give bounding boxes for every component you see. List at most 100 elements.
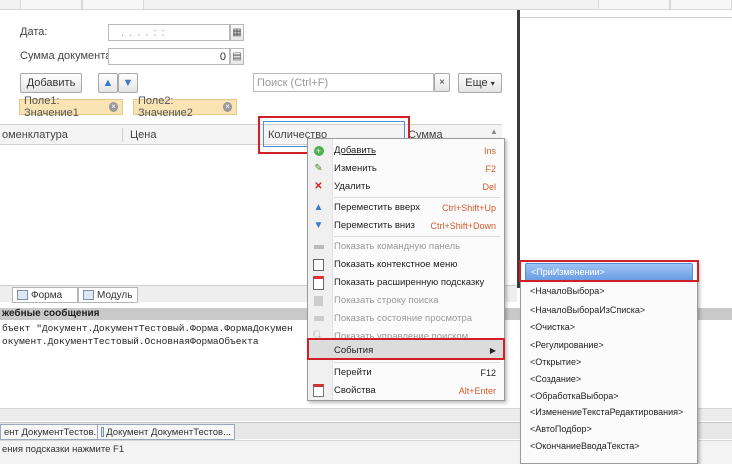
event-item-start-list-choice[interactable]: <НачалоВыбораИзСписка>	[525, 301, 693, 319]
menu-item-delete[interactable]: ✕ Удалить Del	[308, 177, 504, 196]
tab-form[interactable]: Форма	[12, 287, 78, 303]
menu-item-label: Показать строку поиска	[334, 295, 439, 306]
calendar-button[interactable]: ▦	[230, 24, 244, 41]
event-item-opening[interactable]: <Открытие>	[525, 353, 693, 371]
remove-filter-icon[interactable]: ×	[109, 102, 118, 112]
arrow-up-icon: ▲	[313, 202, 324, 213]
command-panel-icon	[313, 241, 324, 252]
properties-icon	[313, 384, 324, 397]
top-tab-4[interactable]	[670, 0, 732, 10]
arrow-down-icon: ▼	[313, 220, 324, 231]
menu-item-label: Добавить	[334, 145, 376, 156]
context-menu-icon	[313, 258, 324, 271]
arrow-up-icon: ▲	[102, 77, 114, 89]
tab-module[interactable]: Модуль	[78, 287, 138, 303]
more-button[interactable]: Еще ▾	[458, 73, 502, 93]
status-text: ения подсказки нажмите F1	[2, 444, 125, 455]
menu-item-shortcut: Alt+Enter	[458, 385, 496, 396]
menu-item-label: Изменить	[334, 163, 377, 174]
menu-item-edit[interactable]: ✎ Изменить F2	[308, 159, 504, 178]
more-label: Еще	[465, 77, 488, 89]
top-tab-3[interactable]	[598, 0, 670, 10]
event-item-start-choice[interactable]: <НачалоВыбора>	[525, 282, 693, 300]
top-tab-2[interactable]	[82, 0, 144, 10]
date-label: Дата:	[20, 26, 48, 38]
tab-label: Модуль	[97, 289, 133, 301]
filter-chip-label: Поле1: Значение1	[24, 95, 79, 119]
right-pane-header	[520, 10, 732, 18]
menu-item-label: Перейти	[334, 367, 372, 378]
add-button[interactable]: Добавить	[20, 73, 82, 93]
remove-filter-icon[interactable]: ×	[223, 102, 232, 112]
menu-item-show-command-panel[interactable]: Показать командную панель	[308, 237, 504, 256]
event-item-auto-complete[interactable]: <АвтоПодбор>	[525, 420, 693, 438]
menu-item-show-extended-tooltip[interactable]: Показать расширенную подсказку	[308, 273, 504, 292]
menu-item-show-context-menu[interactable]: Показать контекстное меню	[308, 255, 504, 274]
message-line-2[interactable]: окумент.ДокументТестовый.ОсновнаяФормаОб…	[2, 336, 259, 347]
plus-circle-icon: +	[313, 145, 324, 156]
events-submenu: <ПриИзменении> <НачалоВыбора> <НачалоВыб…	[520, 260, 698, 464]
menu-item-label: Свойства	[334, 385, 376, 396]
event-item-creating[interactable]: <Создание>	[525, 370, 693, 388]
top-toolbar-strip	[0, 0, 732, 10]
event-item-tuning[interactable]: <Регулирование>	[525, 336, 693, 354]
module-icon	[83, 290, 94, 300]
filter-chip-2[interactable]: Поле2: Значение2 ×	[133, 95, 237, 119]
calculator-button[interactable]: ▤	[230, 48, 244, 65]
document-icon	[101, 427, 105, 437]
menu-item-label: Показать состояние просмотра	[334, 313, 473, 324]
message-line-1[interactable]: бъект "Документ.ДокументТестовый.Форма.Ф…	[2, 323, 293, 334]
window-tab-label: ент ДокументТестов...	[4, 426, 102, 438]
top-tab-1[interactable]	[20, 0, 82, 10]
menu-item-shortcut: Ctrl+Shift+Up	[441, 202, 496, 213]
menu-item-move-down[interactable]: ▼ Переместить вниз Ctrl+Shift+Down	[308, 216, 504, 235]
menu-item-properties[interactable]: Свойства Alt+Enter	[308, 381, 504, 400]
event-item-edit-text-change[interactable]: <ИзменениеТекстаРедактирования>	[525, 403, 693, 421]
tab-label: Форма	[31, 289, 63, 301]
window-tab-2[interactable]: Документ ДокументТестов...	[97, 424, 235, 440]
calculator-icon: ▤	[232, 51, 242, 62]
window-tab-1[interactable]: ент ДокументТестов...	[0, 424, 102, 440]
chevron-down-icon: ▾	[490, 78, 495, 88]
column-price[interactable]: Цена	[130, 129, 156, 141]
sum-value: 0	[219, 50, 226, 63]
menu-item-shortcut: F12	[480, 367, 496, 378]
date-field[interactable]: . . . . : :	[108, 24, 230, 41]
extended-tooltip-icon	[313, 275, 324, 290]
date-mask: . . . . : :	[121, 26, 166, 39]
sum-label: Сумма документа:	[20, 50, 115, 62]
column-nomenclature[interactable]: оменклатура	[2, 129, 68, 141]
search-clear-button[interactable]: ×	[434, 73, 450, 92]
event-item-clearing[interactable]: <Очистка>	[525, 318, 693, 336]
right-pane	[520, 10, 732, 288]
events-highlight-box	[307, 338, 505, 360]
search-placeholder: Поиск (Ctrl+F)	[257, 76, 329, 89]
sort-arrow-icon: ▲	[490, 127, 498, 136]
pencil-icon: ✎	[314, 163, 323, 174]
menu-item-label: Переместить вверх	[334, 202, 421, 213]
menu-item-label: Показать расширенную подсказку	[334, 277, 485, 288]
messages-title: жебные сообщения	[2, 308, 100, 319]
event-item-text-edit-end[interactable]: <ОкончаниеВводаТекста>	[525, 437, 693, 455]
delete-x-icon: ✕	[314, 181, 323, 192]
sum-field[interactable]: 0	[108, 48, 230, 65]
search-input[interactable]: Поиск (Ctrl+F)	[253, 73, 434, 92]
filter-chip-1[interactable]: Поле1: Значение1 ×	[19, 95, 123, 119]
menu-item-shortcut: Ins	[483, 145, 496, 156]
on-change-highlight-box	[519, 260, 699, 282]
menu-item-add[interactable]: + Добавить Ins	[308, 141, 504, 160]
menu-item-go-to[interactable]: Перейти F12	[308, 363, 504, 382]
menu-item-label: Удалить	[334, 181, 371, 192]
window-tab-label: Документ ДокументТестов...	[106, 426, 231, 438]
panel-divider[interactable]	[517, 10, 520, 288]
move-down-button[interactable]: ▼	[118, 73, 138, 93]
menu-item-label: Переместить вниз	[334, 220, 415, 231]
menu-item-shortcut: Del	[482, 181, 496, 192]
menu-item-show-search-bar[interactable]: Показать строку поиска	[308, 291, 504, 310]
arrow-down-icon: ▼	[122, 77, 134, 89]
menu-item-show-view-state[interactable]: Показать состояние просмотра	[308, 309, 504, 328]
menu-item-move-up[interactable]: ▲ Переместить вверх Ctrl+Shift+Up	[308, 198, 504, 217]
menu-item-shortcut: Ctrl+Shift+Down	[430, 220, 496, 231]
move-up-button[interactable]: ▲	[98, 73, 118, 93]
context-menu: + Добавить Ins ✎ Изменить F2 ✕ Удалить D…	[307, 138, 505, 401]
